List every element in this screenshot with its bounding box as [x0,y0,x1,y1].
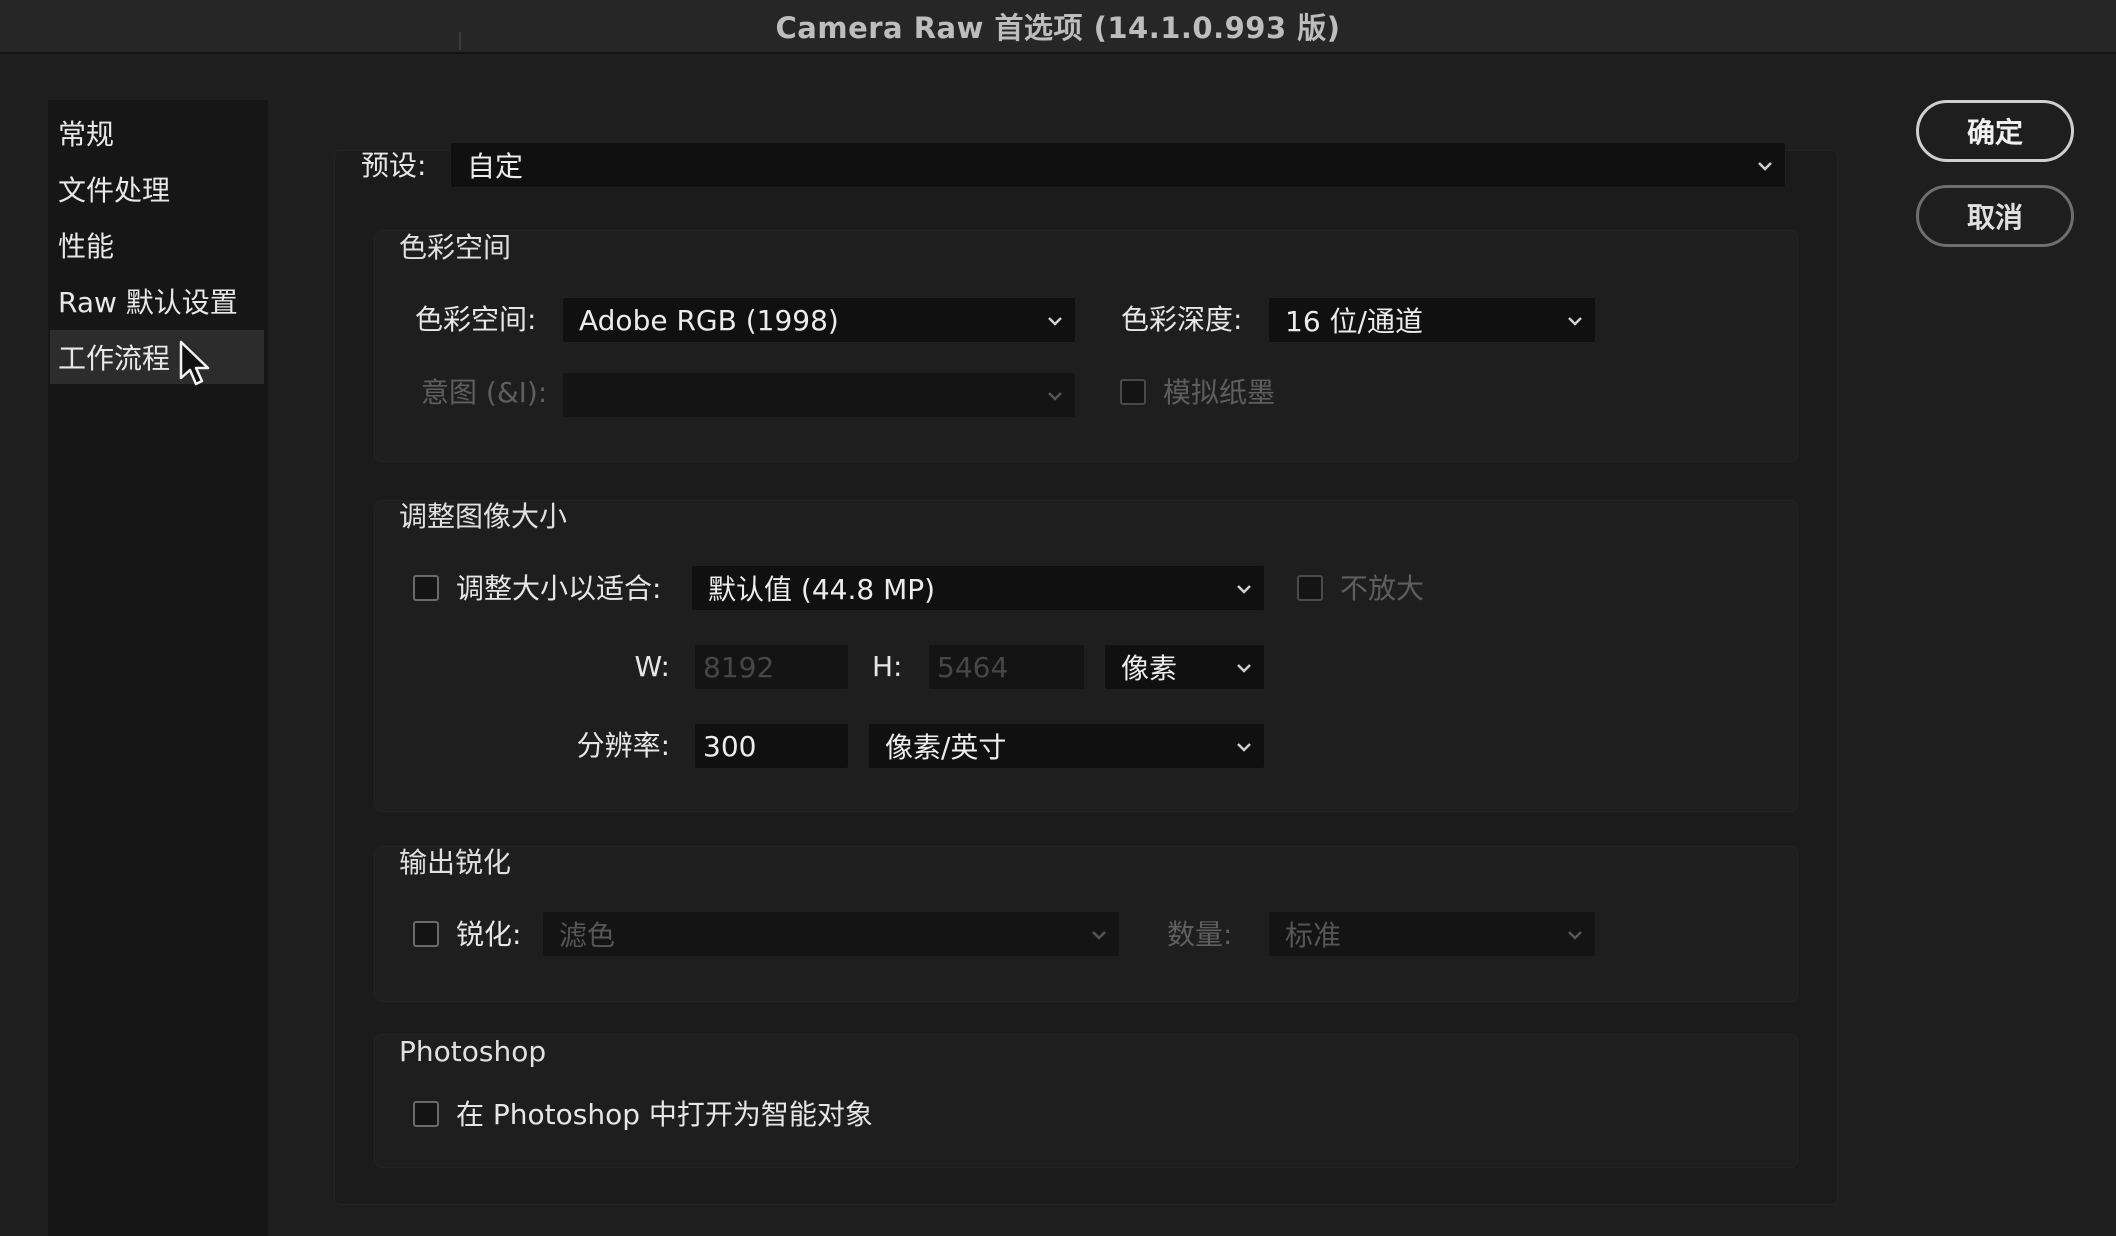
ok-button[interactable]: 确定 [1916,100,2074,162]
sidebar-item-label: 常规 [58,118,115,151]
resolution-label: 分辨率: [576,729,670,762]
preset-label: 预设: [361,149,427,182]
chevron-down-icon [1092,931,1106,940]
height-label: H: [872,650,903,683]
resize-to-fit-value: 默认值 (44.8 MP) [708,573,936,606]
sharpen-amount-label: 数量: [1167,918,1233,951]
open-as-smart-object-label: 在 Photoshop 中打开为智能对象 [456,1098,873,1131]
color-space-group [374,230,1798,462]
chevron-down-icon [1237,664,1251,673]
color-depth-value: 16 位/通道 [1285,305,1423,338]
color-space-label: 色彩空间: [415,303,537,336]
preset-value: 自定 [467,150,524,183]
sidebar-item-label: 性能 [58,230,115,263]
chevron-down-icon [1568,931,1582,940]
resize-group-title: 调整图像大小 [399,500,568,533]
resolution-input[interactable]: 300 [694,723,849,769]
sidebar-item-file-handling[interactable]: 文件处理 [50,162,264,216]
width-label: W: [634,650,670,683]
sidebar-item-performance[interactable]: 性能 [50,218,264,272]
sharpen-for-value: 滤色 [559,919,616,952]
sharpen-amount-dropdown[interactable]: 标准 [1268,911,1596,957]
sidebar-item-general[interactable]: 常规 [50,106,264,160]
dont-enlarge-label: 不放大 [1340,572,1425,605]
sidebar-item-label: 工作流程 [58,342,171,375]
sidebar-item-raw-defaults[interactable]: Raw 默认设置 [50,274,264,328]
intent-dropdown[interactable] [562,372,1076,418]
window-title: Camera Raw 首选项 (14.1.0.993 版) [775,11,1341,45]
simulate-paper-ink-checkbox[interactable] [1120,379,1146,405]
resolution-unit-value: 像素/英寸 [885,731,1007,764]
sharpen-label: 锐化: [456,918,522,951]
preset-dropdown[interactable]: 自定 [450,142,1786,188]
height-input[interactable]: 5464 [928,644,1085,690]
color-depth-dropdown[interactable]: 16 位/通道 [1268,297,1596,343]
dont-enlarge-checkbox[interactable] [1297,575,1323,601]
open-as-smart-object-checkbox[interactable] [413,1101,439,1127]
resolution-unit-dropdown[interactable]: 像素/英寸 [868,723,1265,769]
resize-to-fit-label: 调整大小以适合: [456,572,662,605]
chevron-down-icon [1048,392,1062,401]
sharpen-checkbox[interactable] [413,921,439,947]
intent-label: 意图 (&I): [421,376,548,409]
chevron-down-icon [1237,585,1251,594]
color-space-group-title: 色彩空间 [399,231,512,264]
sharpen-amount-value: 标准 [1285,919,1342,952]
cancel-button[interactable]: 取消 [1916,185,2074,247]
size-unit-dropdown[interactable]: 像素 [1104,644,1265,690]
mouse-cursor-icon [179,340,210,386]
sidebar-item-label: Raw 默认设置 [58,286,238,319]
color-space-dropdown[interactable]: Adobe RGB (1998) [562,297,1076,343]
title-bar: Camera Raw 首选项 (14.1.0.993 版) [0,0,2116,54]
title-divider [459,32,461,50]
sharpen-for-dropdown[interactable]: 滤色 [542,911,1120,957]
output-sharpening-group-title: 输出锐化 [399,846,512,879]
sidebar: 常规 文件处理 性能 Raw 默认设置 工作流程 [48,100,268,1236]
resize-to-fit-dropdown[interactable]: 默认值 (44.8 MP) [691,565,1265,611]
chevron-down-icon [1758,162,1772,171]
chevron-down-icon [1048,317,1062,326]
chevron-down-icon [1237,743,1251,752]
color-depth-label: 色彩深度: [1121,303,1243,336]
chevron-down-icon [1568,317,1582,326]
color-space-value: Adobe RGB (1998) [579,303,839,337]
sidebar-item-label: 文件处理 [58,174,171,207]
simulate-paper-ink-label: 模拟纸墨 [1163,376,1276,409]
width-input[interactable]: 8192 [694,644,849,690]
resize-to-fit-checkbox[interactable] [413,575,439,601]
photoshop-group-title: Photoshop [399,1035,547,1068]
size-unit-value: 像素 [1121,652,1178,685]
sidebar-item-workflow[interactable]: 工作流程 [50,330,264,384]
